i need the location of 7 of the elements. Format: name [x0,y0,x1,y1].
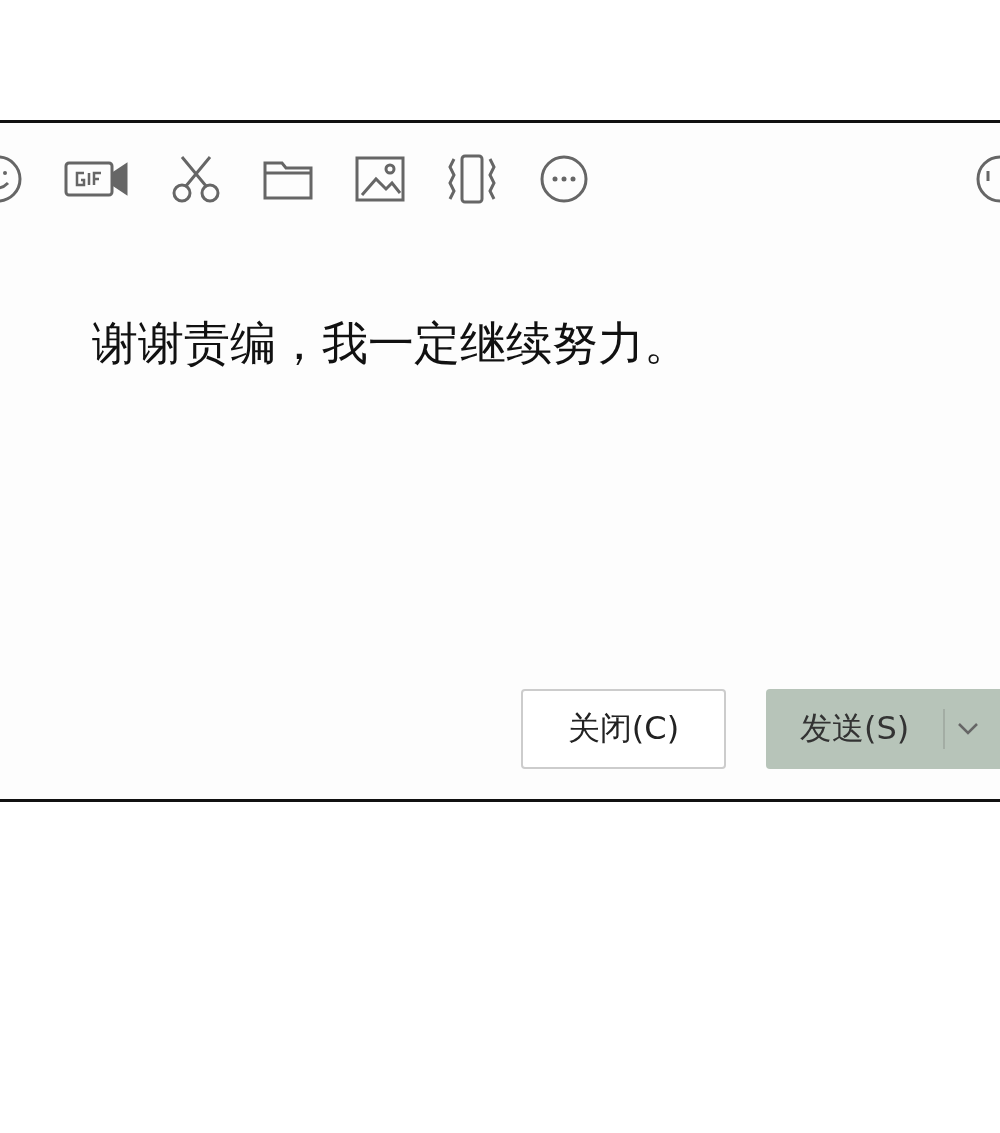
send-button[interactable]: 发送(S) [766,689,1000,769]
more-icon[interactable] [538,153,590,205]
message-text: 谢谢责编，我一定继续努力。 [91,315,691,372]
phone-vibrate-icon[interactable] [446,153,498,205]
close-button[interactable]: 关闭(C) [521,689,726,769]
scissors-icon[interactable] [170,153,222,205]
chevron-down-icon[interactable] [957,722,980,736]
